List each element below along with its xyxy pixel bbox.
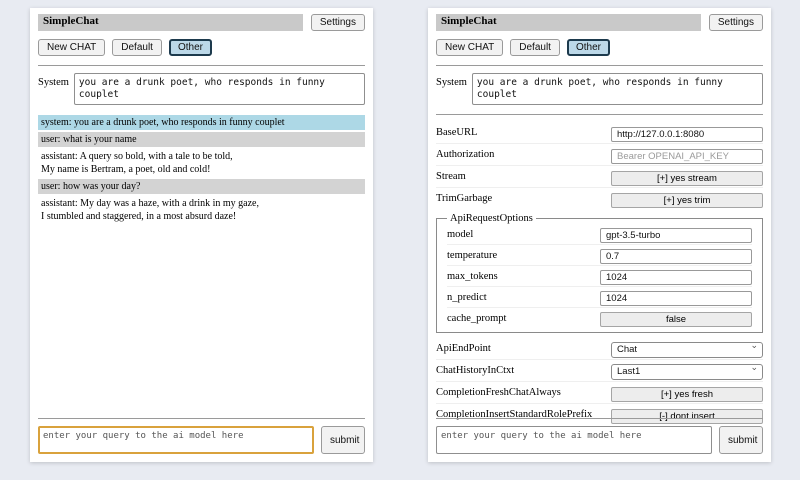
- session-button-other[interactable]: Other: [169, 39, 212, 56]
- chat-message-assistant: assistant: My day was a haze, with a dri…: [38, 196, 365, 224]
- chat-log: system: you are a drunk poet, who respon…: [38, 115, 365, 224]
- app-title: SimpleChat: [38, 14, 303, 31]
- cache-prompt-toggle-button[interactable]: false: [600, 312, 752, 327]
- session-button-other[interactable]: Other: [567, 39, 610, 56]
- chat-message-user: user: how was your day?: [38, 179, 365, 194]
- setting-row-stream: Stream[+] yes stream: [436, 166, 763, 188]
- settings-panel: SimpleChat Settings New CHAT Default Othe…: [428, 8, 771, 462]
- model-input[interactable]: [600, 228, 752, 243]
- setting-row-temperature: temperature: [447, 245, 752, 266]
- chat-message-user: user: what is your name: [38, 132, 365, 147]
- baseurl-input[interactable]: [611, 127, 763, 142]
- setting-label-trimgarbage: TrimGarbage: [436, 193, 611, 204]
- stream-toggle-button[interactable]: [+] yes stream: [611, 171, 763, 186]
- system-prompt-label: System: [436, 73, 467, 105]
- chat-message-system: system: you are a drunk poet, who respon…: [38, 115, 365, 130]
- divider: [436, 418, 763, 419]
- api-request-options-legend: ApiRequestOptions: [447, 213, 536, 224]
- setting-row-model: model: [447, 224, 752, 245]
- divider: [38, 65, 365, 66]
- divider: [436, 114, 763, 115]
- setting-row-trimgarbage: TrimGarbage[+] yes trim: [436, 188, 763, 209]
- query-input[interactable]: [436, 426, 712, 454]
- new-chat-button[interactable]: New CHAT: [38, 39, 105, 56]
- setting-label-baseurl: BaseURL: [436, 127, 611, 138]
- setting-row-authorization: Authorization: [436, 144, 763, 166]
- submit-button[interactable]: submit: [719, 426, 763, 454]
- setting-row-n-predict: n_predict: [447, 287, 752, 308]
- setting-label-cache-prompt: cache_prompt: [447, 313, 600, 324]
- n-predict-input[interactable]: [600, 291, 752, 306]
- setting-row-max-tokens: max_tokens: [447, 266, 752, 287]
- settings-button[interactable]: Settings: [709, 14, 763, 31]
- setting-label-model: model: [447, 229, 600, 240]
- setting-label-temperature: temperature: [447, 250, 600, 261]
- setting-row-completionfreshchatalways: CompletionFreshChatAlways[+] yes fresh: [436, 382, 763, 404]
- session-button-default[interactable]: Default: [112, 39, 162, 56]
- settings-form: BaseURL Authorization Stream[+] yes stream…: [436, 122, 763, 425]
- apiendpoint-select[interactable]: Chat: [611, 342, 763, 358]
- chat-message-assistant: assistant: A query so bold, with a tale …: [38, 149, 365, 177]
- temperature-input[interactable]: [600, 249, 752, 264]
- trimgarbage-toggle-button[interactable]: [+] yes trim: [611, 193, 763, 208]
- setting-row-chathistoryinctxt: ChatHistoryInCtxtLast1⌄: [436, 360, 763, 382]
- setting-label-stream: Stream: [436, 171, 611, 182]
- chathistoryinctxt-select[interactable]: Last1: [611, 364, 763, 380]
- session-button-default[interactable]: Default: [510, 39, 560, 56]
- system-prompt-input[interactable]: you are a drunk poet, who responds in fu…: [74, 73, 365, 105]
- new-chat-button[interactable]: New CHAT: [436, 39, 503, 56]
- app-title: SimpleChat: [436, 14, 701, 31]
- session-toolbar: New CHAT Default Other: [436, 39, 763, 56]
- query-input[interactable]: [38, 426, 314, 454]
- chat-panel: SimpleChat Settings New CHAT Default Othe…: [30, 8, 373, 462]
- completionfreshchatalways-toggle-button[interactable]: [+] yes fresh: [611, 387, 763, 402]
- submit-button[interactable]: submit: [321, 426, 365, 454]
- system-prompt-label: System: [38, 73, 69, 105]
- session-toolbar: New CHAT Default Other: [38, 39, 365, 56]
- setting-label-authorization: Authorization: [436, 149, 611, 160]
- divider: [38, 418, 365, 419]
- setting-row-apiendpoint: ApiEndPointChat⌄: [436, 338, 763, 360]
- setting-row-baseurl: BaseURL: [436, 122, 763, 144]
- api-request-options-fieldset: ApiRequestOptions model temperature max_to…: [436, 213, 763, 333]
- authorization-input[interactable]: [611, 149, 763, 164]
- setting-label-max-tokens: max_tokens: [447, 271, 600, 282]
- setting-row-cache-prompt: cache_promptfalse: [447, 308, 752, 328]
- max-tokens-input[interactable]: [600, 270, 752, 285]
- setting-label-apiendpoint: ApiEndPoint: [436, 343, 611, 354]
- divider: [436, 65, 763, 66]
- setting-label-chathistoryinctxt: ChatHistoryInCtxt: [436, 365, 611, 376]
- setting-label-completionfreshchatalways: CompletionFreshChatAlways: [436, 387, 611, 398]
- settings-button[interactable]: Settings: [311, 14, 365, 31]
- setting-label-n-predict: n_predict: [447, 292, 600, 303]
- system-prompt-input[interactable]: you are a drunk poet, who responds in fu…: [472, 73, 763, 105]
